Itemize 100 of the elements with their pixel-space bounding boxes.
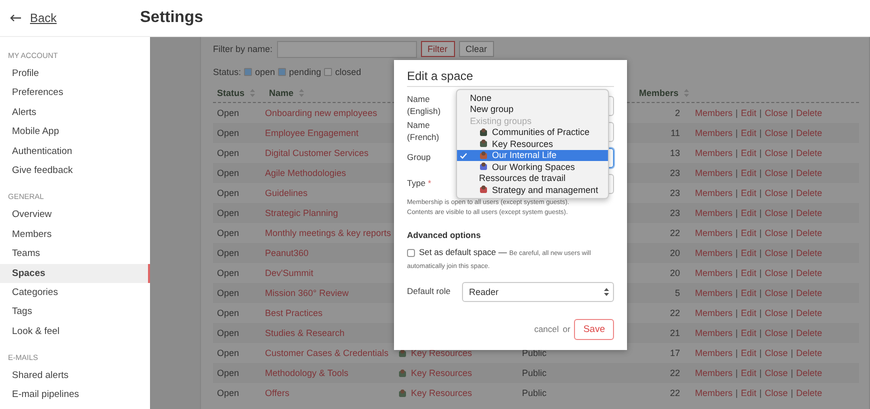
column-header[interactable]: Members [639, 88, 679, 98]
dropdown-option[interactable]: Strategy and management [457, 184, 608, 196]
action-link[interactable]: Edit [740, 128, 756, 138]
action-link[interactable]: Close [764, 268, 788, 278]
action-link[interactable]: Close [764, 148, 788, 158]
action-link[interactable]: Delete [796, 268, 822, 278]
action-link[interactable]: Close [764, 228, 788, 238]
action-link[interactable]: Edit [740, 168, 756, 178]
status-checkbox[interactable] [244, 68, 252, 76]
column-header[interactable]: Status [217, 88, 245, 98]
status-checkbox[interactable] [278, 68, 286, 76]
action-link[interactable]: Close [764, 168, 788, 178]
space-name-link[interactable]: Onboarding new employees [265, 108, 378, 118]
action-link[interactable]: Members [695, 228, 733, 238]
action-link[interactable]: Members [695, 168, 733, 178]
action-link[interactable]: Delete [796, 208, 822, 218]
column-header[interactable]: Name [269, 88, 294, 98]
space-name-link[interactable]: Monthly meetings & key reports [265, 228, 392, 238]
action-link[interactable]: Members [695, 268, 733, 278]
space-name-link[interactable]: Guidelines [265, 188, 308, 198]
action-link[interactable]: Members [695, 368, 733, 378]
space-name-link[interactable]: Customer Cases & Credentials [265, 348, 389, 358]
sidebar-item[interactable]: E-mail pipelines [0, 385, 150, 405]
action-link[interactable]: Delete [796, 188, 822, 198]
sidebar-item[interactable]: Tags [0, 302, 150, 322]
sort-icon[interactable] [298, 88, 304, 96]
action-link[interactable]: Delete [796, 388, 822, 398]
sidebar-item[interactable]: Give feedback [0, 160, 150, 180]
sidebar-item[interactable]: Overview [0, 205, 150, 225]
dropdown-option[interactable]: Communities of Practice [457, 126, 608, 138]
action-link[interactable]: Edit [740, 388, 756, 398]
group-link[interactable]: Key Resources [411, 388, 472, 398]
cancel-link[interactable]: cancel [534, 324, 559, 334]
action-link[interactable]: Close [764, 188, 788, 198]
action-link[interactable]: Members [695, 308, 733, 318]
action-link[interactable]: Delete [796, 328, 822, 338]
action-link[interactable]: Edit [740, 188, 756, 198]
dropdown-option[interactable]: Our Internal Life [457, 150, 608, 161]
sort-icon[interactable] [250, 88, 255, 96]
action-link[interactable]: Members [695, 328, 733, 338]
space-name-link[interactable]: Agile Methodologies [265, 168, 346, 178]
dropdown-option[interactable]: Our Working Spaces [457, 161, 608, 172]
space-name-link[interactable]: Employee Engagement [265, 128, 359, 138]
action-link[interactable]: Members [695, 188, 733, 198]
sidebar-item[interactable]: Shared alerts [0, 366, 150, 386]
sidebar-item[interactable]: Profile [0, 64, 150, 84]
action-link[interactable]: Edit [740, 228, 756, 238]
space-name-link[interactable]: Strategic Planning [265, 208, 338, 218]
action-link[interactable]: Delete [796, 168, 822, 178]
action-link[interactable]: Close [764, 128, 788, 138]
filter-field[interactable] [276, 40, 417, 58]
action-link[interactable]: Close [764, 368, 788, 378]
status-checkbox[interactable] [324, 68, 332, 76]
sidebar-item[interactable]: Members [0, 224, 150, 244]
sidebar-item[interactable]: Authentication [0, 142, 150, 161]
group-link[interactable]: Key Resources [411, 348, 472, 358]
action-link[interactable]: Close [764, 208, 788, 218]
filter-button[interactable]: Clear [458, 41, 494, 57]
sidebar-item[interactable]: Categories [0, 282, 150, 302]
default-space-checkbox[interactable] [407, 248, 415, 257]
dropdown-option[interactable]: Key Resources [457, 138, 608, 150]
action-link[interactable]: Edit [740, 328, 756, 338]
dropdown-option[interactable]: Ressources de travail [457, 172, 608, 184]
space-name-link[interactable]: Digital Customer Services [265, 148, 369, 158]
sidebar-item[interactable]: Alerts [0, 102, 150, 122]
sidebar-item[interactable]: Spaces [0, 264, 150, 283]
space-name-link[interactable]: Best Practices [265, 308, 323, 318]
action-link[interactable]: Edit [740, 208, 756, 218]
action-link[interactable]: Members [695, 248, 733, 258]
action-link[interactable]: Edit [740, 248, 756, 258]
space-name-link[interactable]: Offers [265, 388, 290, 398]
space-name-link[interactable]: Peanut360 [265, 248, 309, 258]
action-link[interactable]: Close [764, 308, 788, 318]
action-link[interactable]: Members [695, 208, 733, 218]
space-name-link[interactable]: Methodology & Tools [265, 368, 348, 378]
action-link[interactable]: Delete [796, 288, 822, 298]
action-link[interactable]: Edit [740, 368, 756, 378]
sidebar-item[interactable]: Preferences [0, 83, 150, 103]
sidebar-item[interactable]: Look & feel [0, 322, 150, 342]
space-name-link[interactable]: Dev'Summit [265, 268, 314, 278]
back-link[interactable]: Back [0, 11, 140, 25]
action-link[interactable]: Members [695, 388, 733, 398]
sidebar-item[interactable]: Teams [0, 244, 150, 264]
action-link[interactable]: Delete [796, 248, 822, 258]
action-link[interactable]: Edit [740, 288, 756, 298]
action-link[interactable]: Close [764, 328, 788, 338]
action-link[interactable]: Members [695, 108, 733, 118]
action-link[interactable]: Delete [796, 348, 822, 358]
action-link[interactable]: Members [695, 288, 733, 298]
action-link[interactable]: Close [764, 388, 788, 398]
dropdown-option[interactable]: New group [457, 104, 608, 115]
action-link[interactable]: Close [764, 248, 788, 258]
action-link[interactable]: Delete [796, 148, 822, 158]
group-link[interactable]: Key Resources [411, 368, 472, 378]
action-link[interactable]: Edit [740, 108, 756, 118]
dropdown-option[interactable]: None [457, 92, 608, 104]
action-link[interactable]: Delete [796, 228, 822, 238]
action-link[interactable]: Edit [740, 308, 756, 318]
space-name-link[interactable]: Studies & Research [265, 328, 345, 338]
action-link[interactable]: Delete [796, 108, 822, 118]
